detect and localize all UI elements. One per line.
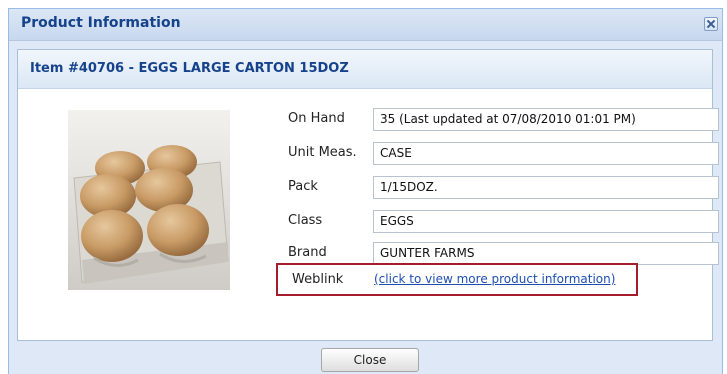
field-on-hand[interactable]: 35 (Last updated at 07/08/2010 01:01 PM): [373, 108, 719, 131]
field-label-on-hand: On Hand: [288, 111, 345, 126]
eggs-in-carton-photo: [68, 110, 230, 290]
field-class[interactable]: EGGS: [373, 210, 719, 233]
item-header: Item #40706 - EGGS LARGE CARTON 15DOZ: [18, 50, 712, 89]
weblink-highlight: Weblink (click to view more product info…: [276, 263, 638, 296]
product-information-dialog: Product Information Item #40706 - EGGS L…: [8, 8, 723, 374]
field-brand[interactable]: GUNTER FARMS: [373, 242, 719, 265]
item-title: Item #40706 - EGGS LARGE CARTON 15DOZ: [30, 61, 349, 76]
field-unit-meas[interactable]: CASE: [373, 142, 719, 165]
close-icon[interactable]: [704, 17, 718, 31]
weblink-label: Weblink: [292, 272, 344, 287]
dialog-title: Product Information: [21, 15, 181, 31]
field-pack[interactable]: 1/15DOZ.: [373, 176, 719, 199]
product-info-link[interactable]: (click to view more product information): [374, 272, 615, 286]
dialog-content: Item #40706 - EGGS LARGE CARTON 15DOZ On…: [17, 49, 719, 341]
field-label-class: Class: [288, 213, 323, 228]
field-label-pack: Pack: [288, 179, 318, 194]
close-button[interactable]: Close: [321, 348, 419, 372]
field-label-brand: Brand: [288, 245, 327, 260]
field-label-unit-meas: Unit Meas.: [288, 145, 357, 160]
product-image: [68, 110, 230, 290]
dialog-titlebar[interactable]: Product Information: [9, 9, 722, 41]
